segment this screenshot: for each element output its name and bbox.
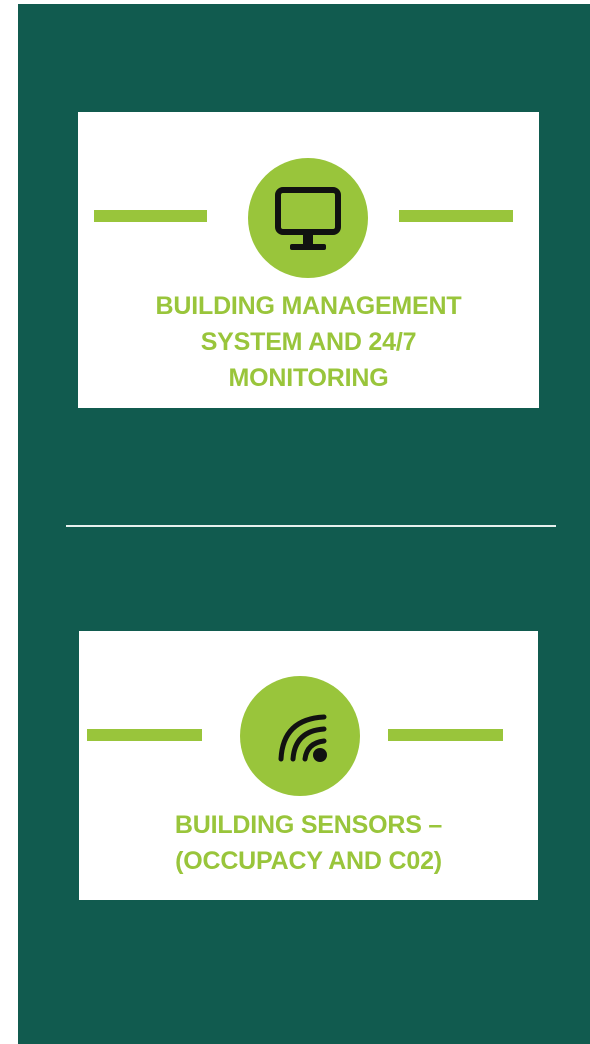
monitor-icon <box>275 187 341 250</box>
accent-bar-right <box>399 210 513 222</box>
wireless-signal-icon <box>278 714 327 762</box>
feature-card-building-sensors: BUILDING SENSORS – (OCCUPACY AND C02) <box>79 631 538 900</box>
accent-bar-left <box>87 729 202 741</box>
wireless-signal-icon-circle <box>240 676 360 796</box>
section-divider <box>66 525 556 527</box>
feature-panel: BUILDING MANAGEMENT SYSTEM AND 24/7 MONI… <box>18 4 590 1044</box>
feature-card-title: BUILDING SENSORS – (OCCUPACY AND C02) <box>174 811 443 875</box>
accent-bar-left <box>94 210 207 222</box>
feature-card-title: BUILDING MANAGEMENT SYSTEM AND 24/7 MONI… <box>155 292 462 392</box>
monitor-icon-circle <box>248 158 368 278</box>
feature-card-building-management: BUILDING MANAGEMENT SYSTEM AND 24/7 MONI… <box>78 112 539 408</box>
accent-bar-right <box>388 729 503 741</box>
